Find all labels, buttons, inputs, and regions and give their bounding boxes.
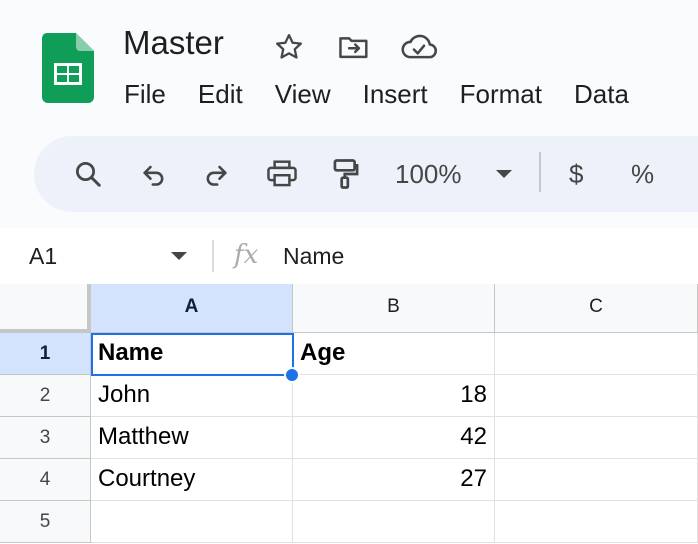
undo-icon[interactable] xyxy=(134,154,174,194)
cell-b4[interactable]: 27 xyxy=(293,459,495,501)
cloud-saved-icon[interactable] xyxy=(399,30,439,64)
menu-format[interactable]: Format xyxy=(444,74,558,114)
sheets-logo-icon[interactable] xyxy=(42,33,94,103)
name-box[interactable]: A1 xyxy=(29,242,57,270)
menu-edit[interactable]: Edit xyxy=(182,74,259,114)
name-box-dropdown-icon[interactable] xyxy=(170,248,188,266)
cell-b3[interactable]: 42 xyxy=(293,417,495,459)
cell-a1[interactable]: Name xyxy=(91,333,293,375)
cell-b5[interactable] xyxy=(293,501,495,543)
column-header-b[interactable]: B xyxy=(293,284,495,333)
cell-c1[interactable] xyxy=(495,333,698,375)
search-icon[interactable] xyxy=(68,154,108,194)
cell-b1[interactable]: Age xyxy=(293,333,495,375)
fx-icon: fx xyxy=(234,240,259,270)
column-header-c[interactable]: C xyxy=(495,284,698,333)
sheets-window: Master File Edit View Insert Format Data xyxy=(0,0,698,544)
menu-file[interactable]: File xyxy=(108,74,182,114)
cell-a5[interactable] xyxy=(91,501,293,543)
cell-a3[interactable]: Matthew xyxy=(91,417,293,459)
menu-insert[interactable]: Insert xyxy=(347,74,444,114)
print-icon[interactable] xyxy=(262,154,302,194)
column-header-a[interactable]: A xyxy=(91,284,293,333)
star-icon[interactable] xyxy=(272,30,306,64)
percent-format-button[interactable]: % xyxy=(631,158,654,190)
menu-data[interactable]: Data xyxy=(558,74,645,114)
move-to-folder-icon[interactable] xyxy=(337,30,371,64)
zoom-level[interactable]: 100% xyxy=(395,158,462,190)
document-title[interactable]: Master xyxy=(123,24,224,62)
redo-icon[interactable] xyxy=(196,154,236,194)
cell-c3[interactable] xyxy=(495,417,698,459)
cell-c5[interactable] xyxy=(495,501,698,543)
row-header-2[interactable]: 2 xyxy=(0,375,91,417)
select-all-corner[interactable] xyxy=(0,284,91,333)
cell-c4[interactable] xyxy=(495,459,698,501)
menu-bar: File Edit View Insert Format Data xyxy=(108,74,645,114)
formula-divider xyxy=(212,240,214,272)
spreadsheet-grid: A B C 1 2 3 4 5 Name Age John 18 Matthew… xyxy=(0,284,698,544)
row-header-5[interactable]: 5 xyxy=(0,501,91,543)
toolbar: 100% $ % xyxy=(34,136,698,212)
row-header-3[interactable]: 3 xyxy=(0,417,91,459)
row-header-4[interactable]: 4 xyxy=(0,459,91,501)
paint-format-icon[interactable] xyxy=(326,154,366,194)
cell-a4[interactable]: Courtney xyxy=(91,459,293,501)
fill-handle[interactable] xyxy=(284,367,300,383)
currency-format-button[interactable]: $ xyxy=(569,158,583,190)
dropdown-arrow-icon[interactable] xyxy=(484,154,524,194)
cell-b2[interactable]: 18 xyxy=(293,375,495,417)
toolbar-divider xyxy=(539,152,541,192)
cell-a2[interactable]: John xyxy=(91,375,293,417)
row-header-1[interactable]: 1 xyxy=(0,333,91,375)
formula-bar: A1 fx Name xyxy=(0,228,698,284)
cell-c2[interactable] xyxy=(495,375,698,417)
menu-view[interactable]: View xyxy=(259,74,347,114)
formula-input[interactable]: Name xyxy=(283,242,344,270)
